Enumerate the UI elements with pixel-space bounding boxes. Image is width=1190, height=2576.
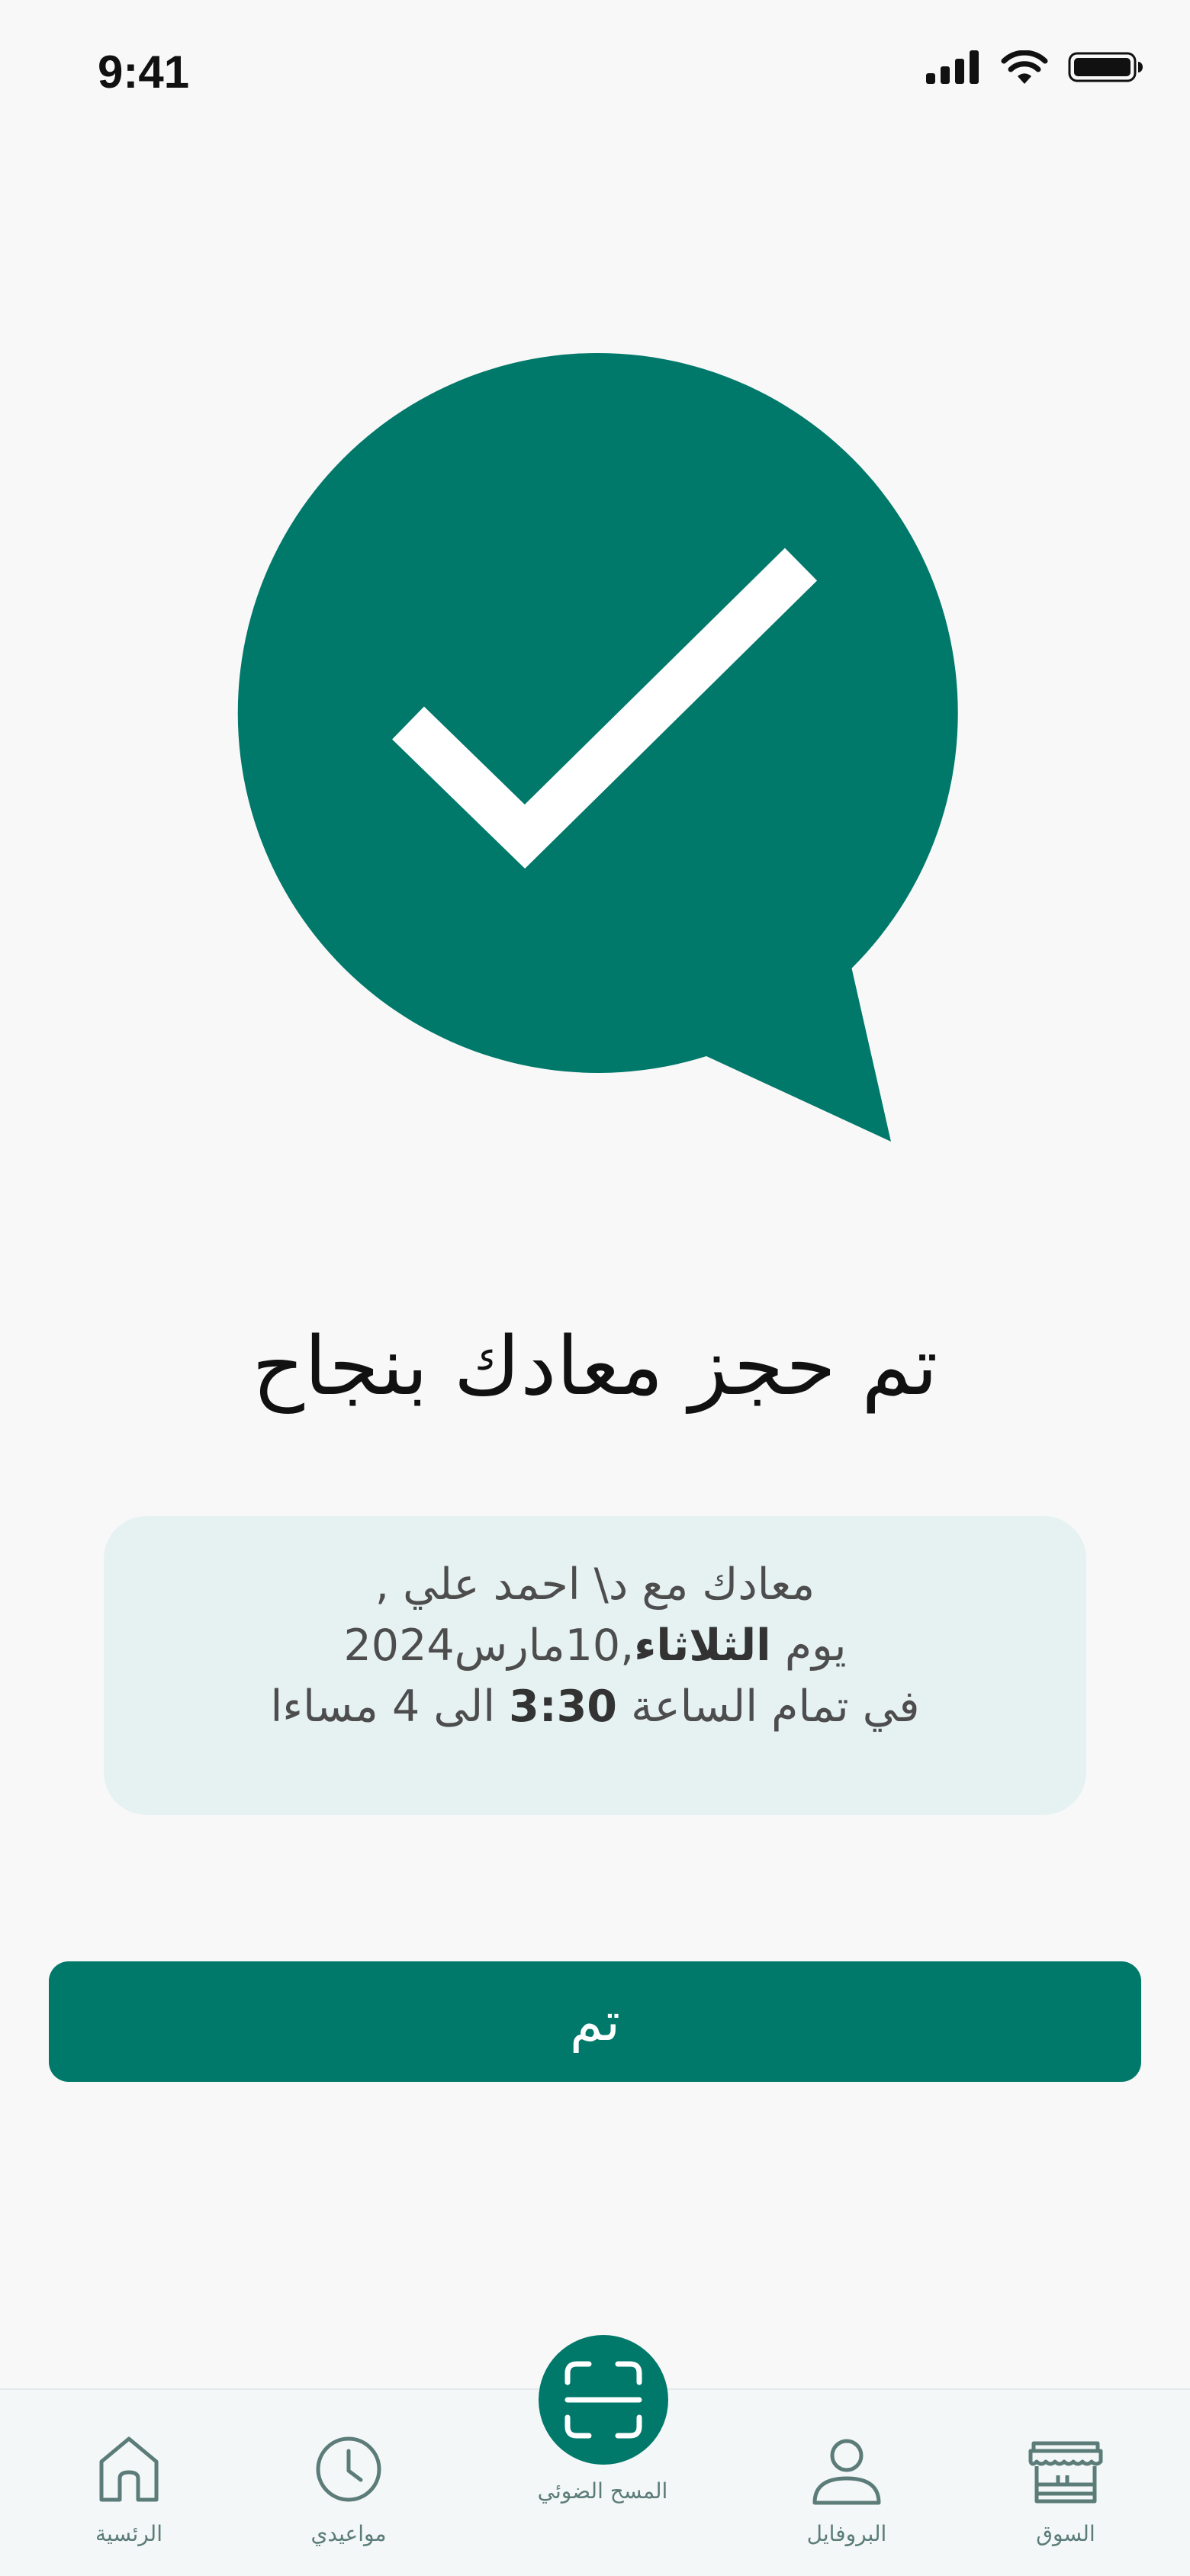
battery-icon bbox=[1068, 52, 1143, 82]
details-date: ,10مارس2024 bbox=[343, 1620, 635, 1671]
nav-label-scan: المسح الضوئي bbox=[537, 2478, 668, 2504]
check-bubble-icon bbox=[237, 352, 958, 1142]
nav-label-home: الرئسية bbox=[95, 2521, 162, 2546]
nav-item-profile[interactable]: البروفايل bbox=[755, 2390, 938, 2576]
status-bar: 9:41 bbox=[0, 0, 1190, 145]
details-time-line: في تمام الساعة 3:30 الى 4 مساءا bbox=[104, 1676, 1086, 1737]
nav-item-appointments[interactable]: مواعيدي bbox=[257, 2390, 440, 2576]
status-time: 9:41 bbox=[98, 47, 190, 98]
signal-icon bbox=[926, 50, 979, 84]
done-button[interactable]: تم bbox=[49, 1961, 1141, 2082]
store-icon bbox=[1028, 2441, 1103, 2504]
appointment-details-card: معادك مع د\ احمد علي , يوم الثلاثاء,10ما… bbox=[104, 1516, 1086, 1815]
home-icon bbox=[99, 2436, 159, 2502]
scan-icon bbox=[564, 2361, 642, 2439]
scan-button[interactable] bbox=[539, 2335, 668, 2465]
details-day-prefix: يوم bbox=[770, 1620, 847, 1671]
details-doctor-line: معادك مع د\ احمد علي , bbox=[375, 1559, 815, 1610]
nav-label-appointments: مواعيدي bbox=[310, 2521, 387, 2546]
nav-label-profile: البروفايل bbox=[806, 2521, 887, 2546]
details-time-suffix: الى 4 مساءا bbox=[270, 1681, 510, 1732]
person-icon bbox=[812, 2439, 881, 2505]
details-time-prefix: في تمام الساعة bbox=[616, 1681, 920, 1732]
details-day: الثلاثاء bbox=[634, 1620, 771, 1671]
success-title: تم حجز معادك بنجاح bbox=[252, 1319, 938, 1413]
details-date-line: يوم الثلاثاء,10مارس2024 bbox=[104, 1615, 1086, 1676]
details-time: 3:30 bbox=[509, 1681, 617, 1732]
nav-label-market: السوق bbox=[1036, 2521, 1095, 2546]
status-icons bbox=[926, 50, 1144, 84]
wifi-icon bbox=[1001, 50, 1048, 84]
clock-icon bbox=[316, 2436, 381, 2502]
nav-item-market[interactable]: السوق bbox=[974, 2390, 1157, 2576]
nav-item-home[interactable]: الرئسية bbox=[37, 2390, 220, 2576]
